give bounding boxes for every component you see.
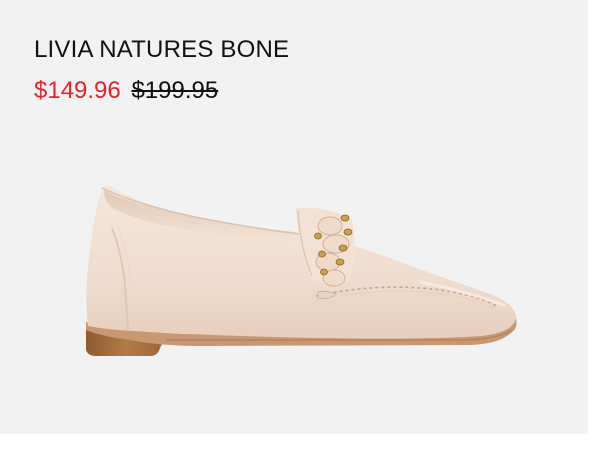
product-card[interactable]: LIVIA NATURES BONE $149.96 $199.95 (0, 0, 588, 434)
original-price: $199.95 (131, 77, 219, 104)
price-row: $149.96 $199.95 (34, 77, 218, 105)
product-title[interactable]: LIVIA NATURES BONE (34, 36, 289, 64)
sale-price: $149.96 (34, 77, 121, 104)
product-image[interactable] (0, 150, 588, 380)
